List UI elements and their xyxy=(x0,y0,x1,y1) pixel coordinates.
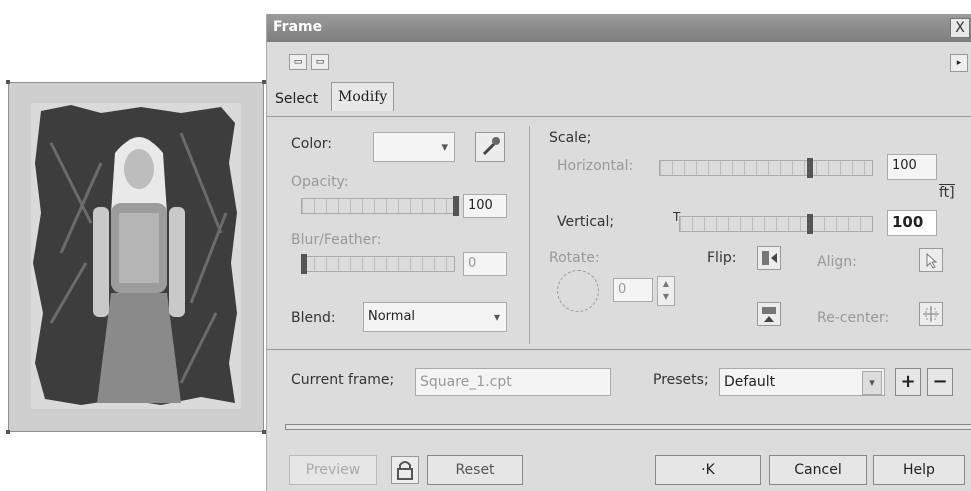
progress-bar xyxy=(285,424,971,430)
rotate-field[interactable]: 0 xyxy=(613,278,653,302)
presets-label: Presets; xyxy=(653,372,709,388)
woman-portrait-image xyxy=(31,103,241,409)
blend-label: Blend: xyxy=(291,310,336,326)
align-label: Align: xyxy=(817,254,857,270)
toolbar-icon-2[interactable]: ▭ xyxy=(311,54,329,70)
chevron-down-icon: ▾ xyxy=(441,140,448,155)
blend-dropdown[interactable]: Normal ▾ xyxy=(363,302,507,332)
vertical-scale-slider-thumb[interactable] xyxy=(807,214,813,234)
cancel-button[interactable]: Cancel xyxy=(769,455,867,485)
scale-label: Scale; xyxy=(549,130,592,146)
frame-preview-panel xyxy=(6,80,266,434)
flip-label: Flip: xyxy=(707,250,737,266)
presets-value: Default xyxy=(724,374,776,390)
eyedropper-icon[interactable] xyxy=(475,132,505,162)
recenter-crosshair-icon[interactable] xyxy=(919,302,943,326)
align-pointer-icon[interactable] xyxy=(919,248,943,272)
vertical-scale-field[interactable]: 100 xyxy=(887,210,937,236)
opacity-label: Opacity: xyxy=(291,174,349,190)
column-divider xyxy=(529,126,530,344)
opacity-slider-thumb[interactable] xyxy=(453,196,459,216)
ok-button[interactable]: ·K xyxy=(655,455,761,485)
horizontal-scale-slider[interactable] xyxy=(659,160,873,176)
blur-feather-label: Blur/Feather: xyxy=(291,232,382,248)
tab-select[interactable]: Select xyxy=(269,85,324,113)
blend-value: Normal xyxy=(368,309,416,324)
blur-feather-field[interactable]: 0 xyxy=(463,252,507,276)
color-dropdown[interactable]: ▾ xyxy=(373,132,455,162)
recenter-label: Re-center: xyxy=(817,310,890,326)
flip-horizontal-icon[interactable] xyxy=(757,246,781,270)
opacity-field[interactable]: 100 xyxy=(463,194,507,218)
tab-modify[interactable]: Modify xyxy=(331,82,395,111)
reset-button[interactable]: Reset xyxy=(427,455,523,485)
chevron-down-icon: ▾ xyxy=(493,310,500,324)
close-button[interactable]: X xyxy=(950,18,970,38)
selection-handle[interactable] xyxy=(6,80,10,84)
options-menu-arrow-icon[interactable]: ▸ xyxy=(950,54,968,72)
preview-button[interactable]: Preview xyxy=(289,455,377,485)
blur-feather-slider-thumb[interactable] xyxy=(301,254,307,274)
delete-preset-button[interactable]: − xyxy=(927,368,953,396)
ft-text: ft] xyxy=(939,184,955,201)
flip-vertical-icon[interactable] xyxy=(757,302,781,326)
horizontal-scale-field[interactable]: 100 xyxy=(887,154,937,180)
lock-icon[interactable] xyxy=(391,456,419,484)
selection-handle[interactable] xyxy=(6,430,10,434)
framed-photo xyxy=(31,103,241,409)
title-bar[interactable]: Frame X xyxy=(267,14,971,42)
rotate-spinner[interactable]: ▲ ▼ xyxy=(657,276,675,306)
opacity-slider[interactable] xyxy=(301,198,455,214)
add-preset-button[interactable]: + xyxy=(895,368,921,396)
chevron-down-icon: ▾ xyxy=(862,371,882,395)
toolbar-icon-1[interactable]: ▭ xyxy=(289,54,307,70)
current-frame-label: Current frame; xyxy=(291,372,395,388)
vertical-scale-slider[interactable] xyxy=(679,216,873,232)
color-label: Color: xyxy=(291,136,333,152)
blur-feather-slider[interactable] xyxy=(301,256,455,272)
rotate-dial-icon[interactable] xyxy=(557,270,599,312)
rotate-label: Rotate: xyxy=(549,250,600,266)
horizontal-scale-slider-thumb[interactable] xyxy=(807,158,813,178)
help-button[interactable]: Help xyxy=(873,455,965,485)
current-frame-field: Square_1.cpt xyxy=(415,368,611,396)
presets-dropdown[interactable]: Default ▾ xyxy=(719,368,885,396)
dialog-title: Frame xyxy=(273,19,323,35)
frame-dialog: Frame X ▭ ▭ ▸ Select Modify Color: ▾ Opa… xyxy=(266,14,971,491)
tab-divider xyxy=(267,116,971,117)
horizontal-label: Horizontal: xyxy=(557,158,634,174)
vertical-label: Vertical; xyxy=(557,214,615,230)
section-divider xyxy=(267,349,971,350)
